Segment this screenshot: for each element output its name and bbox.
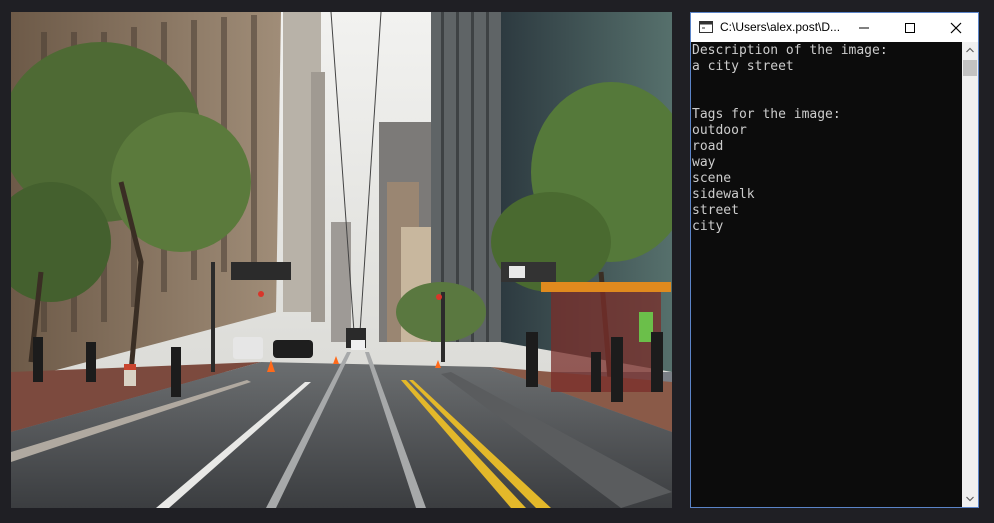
- minimize-button[interactable]: [841, 13, 887, 42]
- left-building-3: [311, 72, 325, 322]
- console-line: a city street: [692, 59, 794, 74]
- scroll-up-button[interactable]: [962, 42, 978, 58]
- console-output[interactable]: Description of the image: a city street …: [691, 42, 962, 507]
- red-light-2: [436, 294, 442, 300]
- close-button[interactable]: [933, 13, 978, 42]
- city-street-photo: [11, 12, 672, 508]
- no-turn-sign: [509, 266, 525, 278]
- maximize-button[interactable]: [887, 13, 933, 42]
- street-scene-illustration: [11, 12, 672, 508]
- console-line: way: [692, 155, 716, 170]
- maximize-icon: [905, 23, 915, 33]
- close-icon: [950, 22, 962, 34]
- console-line: sidewalk: [692, 187, 755, 202]
- console-window: C:\Users\alex.post\D... Description of t…: [690, 12, 979, 508]
- console-line: street: [692, 203, 739, 218]
- console-line: Description of the image:: [692, 43, 888, 58]
- console-line: outdoor: [692, 123, 747, 138]
- red-light: [258, 291, 264, 297]
- distant-building-left: [331, 222, 351, 342]
- console-window-icon: [699, 21, 713, 33]
- chevron-up-icon: [966, 47, 974, 53]
- console-line: road: [692, 139, 724, 154]
- console-line: Tags for the image:: [692, 107, 841, 122]
- minimize-icon: [859, 27, 869, 29]
- console-line: scene: [692, 171, 732, 186]
- title-bar[interactable]: C:\Users\alex.post\D...: [691, 13, 978, 42]
- scroll-down-button[interactable]: [962, 491, 978, 507]
- console-line: city: [692, 219, 724, 234]
- vertical-scrollbar[interactable]: [962, 42, 978, 507]
- window-title: C:\Users\alex.post\D...: [720, 20, 840, 34]
- scroll-thumb[interactable]: [963, 60, 977, 76]
- chevron-down-icon: [966, 496, 974, 502]
